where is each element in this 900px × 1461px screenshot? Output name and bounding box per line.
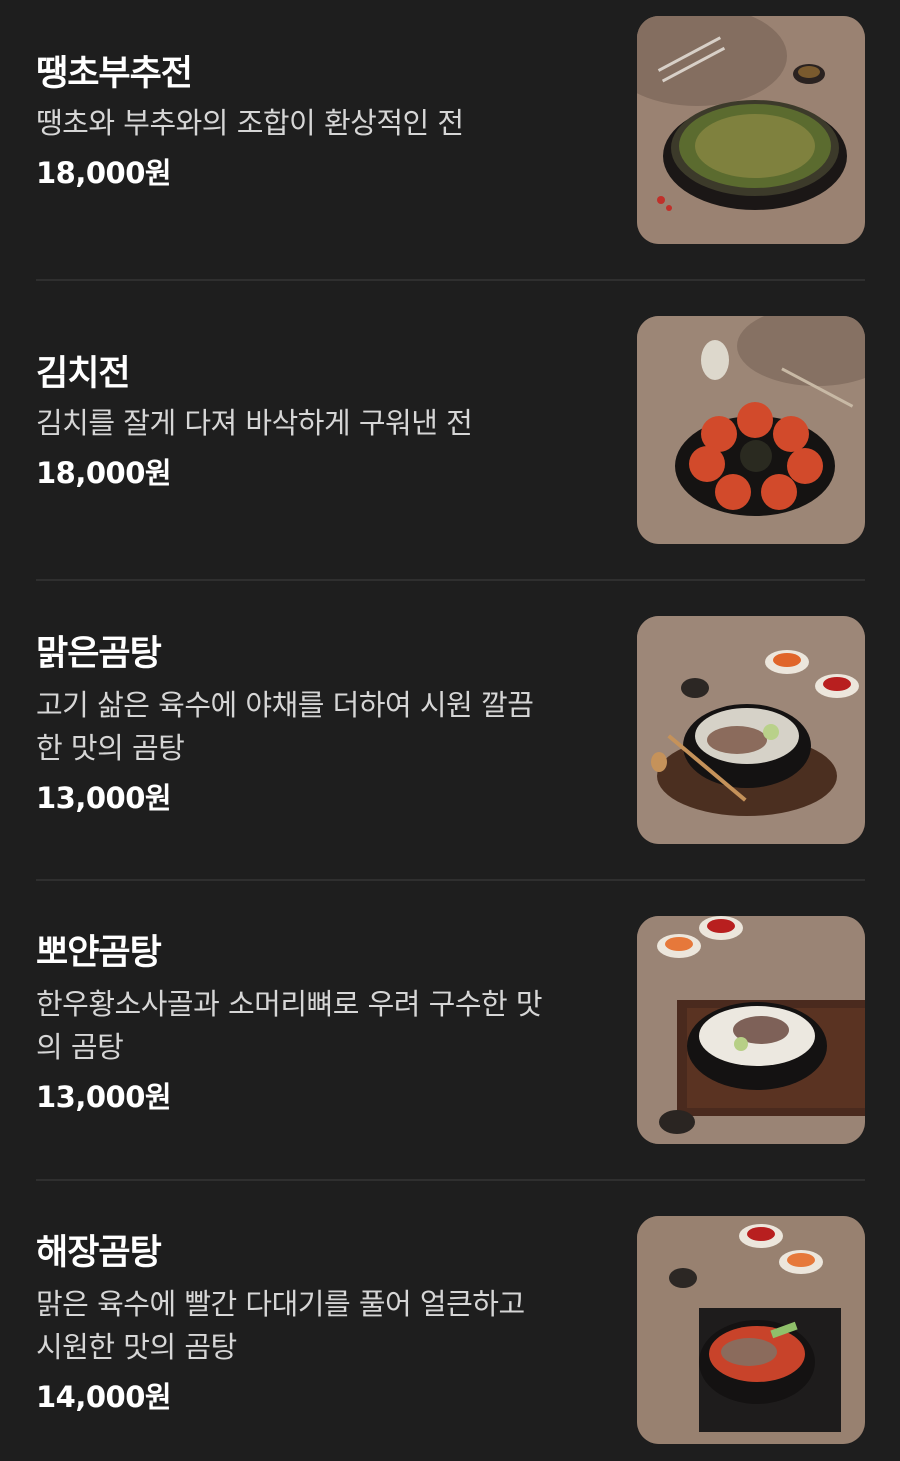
menu-item-price: 18,000원 — [36, 456, 172, 490]
spicy-gomtang-photo[interactable] — [637, 1216, 865, 1444]
divider — [36, 1179, 865, 1181]
description-line: 의 곰탕 — [36, 1030, 124, 1064]
menu-item-description: 고기 삶은 육수에 야채를 더하여 시원 깔끔 한 맛의 곰탕 — [36, 684, 606, 770]
menu-item-name: 해장곰탕 — [36, 1233, 162, 1273]
menu-item-info: 맑은곰탕 고기 삶은 육수에 야채를 더하여 시원 깔끔 한 맛의 곰탕 13,… — [36, 632, 606, 818]
menu-item-price: 13,000원 — [36, 781, 172, 815]
description-line: 맑은 육수에 빨간 다대기를 풀어 얼큰하고 — [36, 1287, 525, 1321]
menu-item-price: 13,000원 — [36, 1080, 172, 1114]
divider — [36, 279, 865, 281]
divider — [36, 579, 865, 581]
menu-item-name: 땡초부추전 — [36, 54, 193, 94]
menu-item-info: 김치전 김치를 잘게 다져 바삭하게 구워낸 전 18,000원 — [36, 352, 606, 493]
milky-gomtang-photo[interactable] — [637, 916, 865, 1144]
menu-item-description: 한우황소사골과 소머리뼈로 우려 구수한 맛 의 곰탕 — [36, 983, 606, 1069]
description-line: 한우황소사골과 소머리뼈로 우려 구수한 맛 — [36, 987, 543, 1021]
description-line: 고기 삶은 육수에 야채를 더하여 시원 깔끔 — [36, 688, 534, 722]
menu-list: 땡초부추전 땡초와 부추와의 조합이 환상적인 전 18,000원 김치전 김치… — [0, 0, 900, 1461]
menu-item-description: 땡초와 부추와의 조합이 환상적인 전 — [36, 106, 464, 140]
description-line: 시원한 맛의 곰탕 — [36, 1330, 237, 1364]
menu-item-name: 맑은곰탕 — [36, 634, 162, 674]
menu-item-name: 뽀얀곰탕 — [36, 933, 162, 973]
menu-item-info: 해장곰탕 맑은 육수에 빨간 다대기를 풀어 얼큰하고 시원한 맛의 곰탕 14… — [36, 1231, 606, 1417]
menu-item-name: 김치전 — [36, 354, 131, 394]
menu-item-info: 땡초부추전 땡초와 부추와의 조합이 환상적인 전 18,000원 — [36, 52, 606, 193]
divider — [36, 879, 865, 881]
menu-item-description: 맑은 육수에 빨간 다대기를 풀어 얼큰하고 시원한 맛의 곰탕 — [36, 1283, 606, 1369]
menu-item-price: 18,000원 — [36, 156, 172, 190]
kimchi-pancake-photo[interactable] — [637, 316, 865, 544]
leek-pancake-photo[interactable] — [637, 16, 865, 244]
description-line: 한 맛의 곰탕 — [36, 731, 185, 765]
menu-item-description: 김치를 잘게 다져 바삭하게 구워낸 전 — [36, 406, 473, 440]
menu-item-info: 뽀얀곰탕 한우황소사골과 소머리뼈로 우려 구수한 맛 의 곰탕 13,000원 — [36, 931, 606, 1117]
menu-item-price: 14,000원 — [36, 1380, 172, 1414]
clear-gomtang-photo[interactable] — [637, 616, 865, 844]
